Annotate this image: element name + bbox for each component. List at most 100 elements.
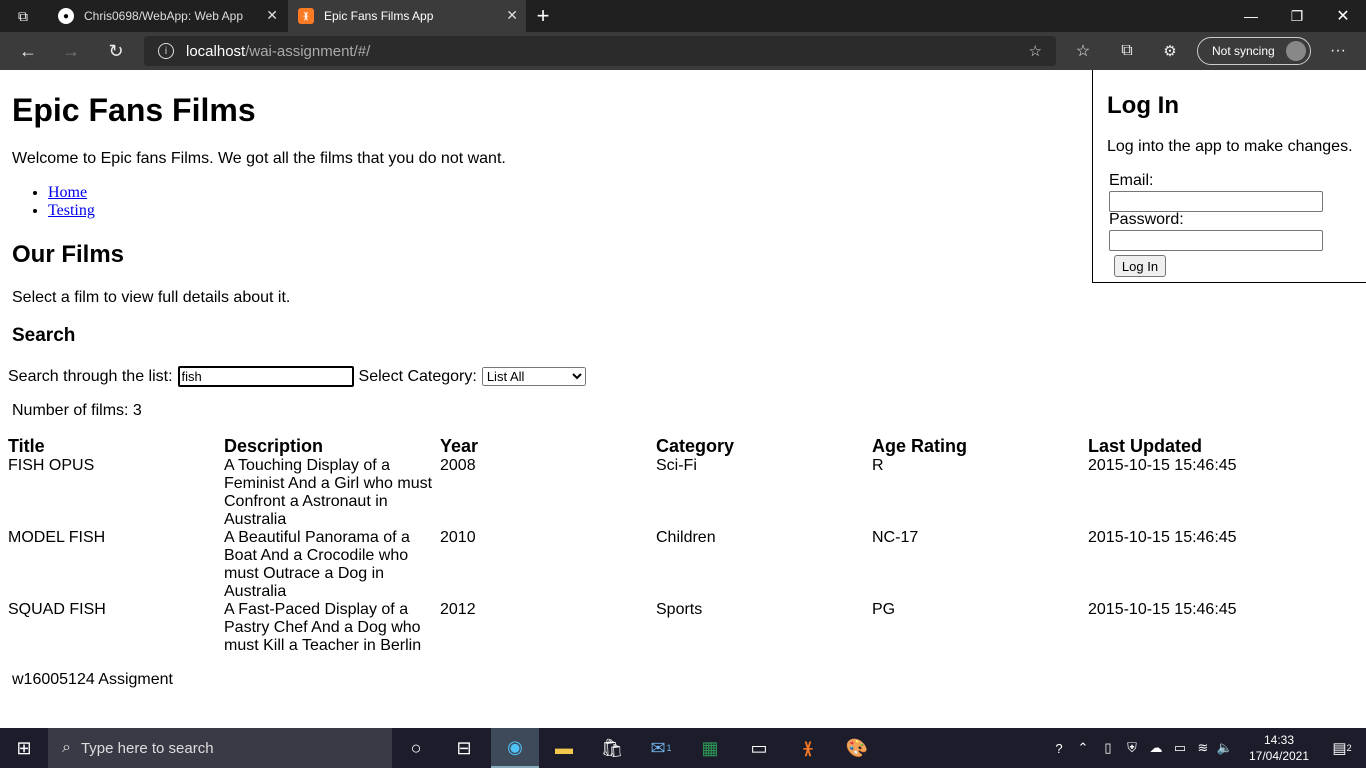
cell-title: MODEL FISH <box>8 529 106 546</box>
cell-title: SQUAD FISH <box>8 601 106 618</box>
paint-icon[interactable]: 🎨 <box>833 728 881 768</box>
file-explorer-icon[interactable]: ▬ <box>540 728 588 768</box>
extensions-icon[interactable]: ⚙ <box>1155 36 1185 66</box>
email-label: Email: <box>1109 172 1154 189</box>
minimize-icon[interactable]: — <box>1228 0 1274 32</box>
welcome-text: Welcome to Epic fans Films. We got all t… <box>12 150 506 167</box>
taskbar-search[interactable]: ⌕ Type here to search <box>48 728 392 768</box>
url-path: /wai-assignment/#/ <box>245 42 371 60</box>
search-input[interactable] <box>177 366 354 387</box>
info-icon[interactable]: i <box>158 43 174 59</box>
table-row[interactable]: SQUAD FISH A Fast-Paced Display of a Pas… <box>6 601 1302 655</box>
cell-age-rating: PG <box>872 601 896 618</box>
cell-year: 2010 <box>440 529 476 546</box>
usb-icon[interactable]: ▯ <box>1096 740 1120 756</box>
forward-icon[interactable]: → <box>56 36 86 66</box>
page-title: Epic Fans Films <box>12 92 256 128</box>
cell-year: 2008 <box>440 457 476 474</box>
cloud-icon[interactable]: ☁ <box>1144 740 1168 756</box>
tab-github[interactable]: ● Chris0698/WebApp: Web App ✕ <box>48 0 286 32</box>
films-subtext: Select a film to view full details about… <box>12 289 291 306</box>
restore-icon[interactable]: ❐ <box>1274 0 1320 32</box>
url-host: localhost <box>186 42 246 60</box>
help-icon[interactable]: ? <box>1048 741 1070 756</box>
nav-link-testing[interactable]: Testing <box>48 202 95 219</box>
github-icon: ● <box>58 8 74 24</box>
cell-description: A Fast-Paced Display of a Pastry Chef An… <box>224 601 422 654</box>
search-controls: Search through the list: Select Category… <box>8 366 586 387</box>
cell-last-updated: 2015-10-15 15:46:45 <box>1088 457 1237 474</box>
films-heading: Our Films <box>12 241 125 268</box>
cell-last-updated: 2015-10-15 15:46:45 <box>1088 601 1237 618</box>
column-header: Title <box>8 436 45 456</box>
browser-tab-bar: ⧉ ● Chris0698/WebApp: Web App ✕ ᚕ Epic F… <box>0 0 1366 32</box>
xampp-icon: ᚕ <box>298 8 314 24</box>
nav-link-home[interactable]: Home <box>48 184 87 201</box>
mail-badge: 1 <box>666 743 672 753</box>
task-view-icon[interactable]: ⊟ <box>440 728 488 768</box>
mail-icon[interactable]: ✉ 1 <box>637 728 685 768</box>
address-bar[interactable]: i localhost/wai-assignment/#/ ☆ <box>144 36 1056 66</box>
cell-year: 2012 <box>440 601 476 618</box>
search-icon: ⌕ <box>62 739 71 756</box>
store-icon[interactable]: 🛍 <box>588 728 636 768</box>
password-label: Password: <box>1109 211 1184 228</box>
defender-icon[interactable]: ⛨ <box>1120 740 1144 756</box>
more-icon[interactable]: ··· <box>1323 36 1353 66</box>
collections-icon[interactable]: ⧉ <box>1112 36 1142 66</box>
taskbar-search-placeholder: Type here to search <box>80 739 214 757</box>
favorites-icon[interactable]: ☆ <box>1068 36 1098 66</box>
column-header: Age Rating <box>872 436 968 456</box>
table-header-row: Title Description Year Category Age Rati… <box>6 436 1302 457</box>
add-favorite-icon[interactable]: ☆ <box>1029 42 1042 60</box>
cell-description: A Touching Display of a Feminist And a G… <box>224 457 433 528</box>
table-row[interactable]: MODEL FISH A Beautiful Panorama of a Boa… <box>6 529 1302 601</box>
wifi-icon[interactable]: ≋ <box>1192 740 1214 756</box>
cell-title: FISH OPUS <box>8 457 95 474</box>
tab-actions-icon[interactable]: ⧉ <box>0 0 46 32</box>
login-message: Log into the app to make changes. <box>1107 138 1353 155</box>
cell-category: Sports <box>656 601 703 618</box>
refresh-icon[interactable]: ↻ <box>101 36 131 66</box>
xampp-taskbar-icon[interactable]: ᚕ <box>784 728 832 768</box>
column-header: Category <box>656 436 735 456</box>
login-panel: Log In Log into the app to make changes.… <box>1092 70 1366 283</box>
password-field[interactable] <box>1109 230 1323 251</box>
category-select[interactable]: List All <box>481 367 586 386</box>
login-button[interactable]: Log In <box>1114 255 1166 277</box>
tab-epic-fans[interactable]: ᚕ Epic Fans Films App ✕ <box>288 0 526 32</box>
profile-sync-button[interactable]: Not syncing <box>1197 37 1311 65</box>
cell-description: A Beautiful Panorama of a Boat And a Cro… <box>224 529 410 600</box>
email-field[interactable] <box>1109 191 1323 212</box>
battery-icon[interactable]: ▭ <box>1168 740 1192 756</box>
windows-start-icon[interactable]: ⊞ <box>0 728 48 768</box>
clock-time: 14:33 <box>1263 733 1295 747</box>
avatar <box>1286 41 1306 61</box>
tab-title: Chris0698/WebApp: Web App <box>84 9 243 23</box>
excel-icon[interactable]: ▦ <box>686 728 734 768</box>
close-icon[interactable]: ✕ <box>506 7 518 24</box>
sync-label: Not syncing <box>1212 44 1275 58</box>
back-icon[interactable]: ← <box>13 36 43 66</box>
chevron-up-icon[interactable]: ⌃ <box>1070 740 1096 756</box>
volume-icon[interactable]: 🔈 <box>1214 740 1236 756</box>
login-heading: Log In <box>1107 92 1179 119</box>
cell-category: Sci-Fi <box>656 457 697 474</box>
cortana-icon[interactable]: ○ <box>392 728 440 768</box>
close-icon[interactable]: ✕ <box>266 7 278 24</box>
notifications-icon[interactable]: ▤ 2 <box>1318 728 1366 768</box>
window-close-icon[interactable]: ✕ <box>1320 0 1366 32</box>
table-row[interactable]: FISH OPUS A Touching Display of a Femini… <box>6 457 1302 529</box>
new-tab-icon[interactable]: + <box>520 0 566 32</box>
terminal-icon[interactable]: ▭ <box>735 728 783 768</box>
film-count: Number of films: 3 <box>12 402 142 419</box>
cell-last-updated: 2015-10-15 15:46:45 <box>1088 529 1237 546</box>
taskbar: ⊞ ⌕ Type here to search ○ ⊟ ◉ ▬ 🛍 ✉ 1 ▦ ▭… <box>0 728 1366 768</box>
films-table: Title Description Year Category Age Rati… <box>6 436 1302 655</box>
column-header: Last Updated <box>1088 436 1203 456</box>
taskbar-clock[interactable]: 14:33 17/04/2021 <box>1248 732 1310 764</box>
column-header: Year <box>440 436 479 456</box>
edge-dev-icon[interactable]: ◉ <box>491 728 539 768</box>
cell-age-rating: R <box>872 457 884 474</box>
notification-count: 2 <box>1346 743 1352 753</box>
